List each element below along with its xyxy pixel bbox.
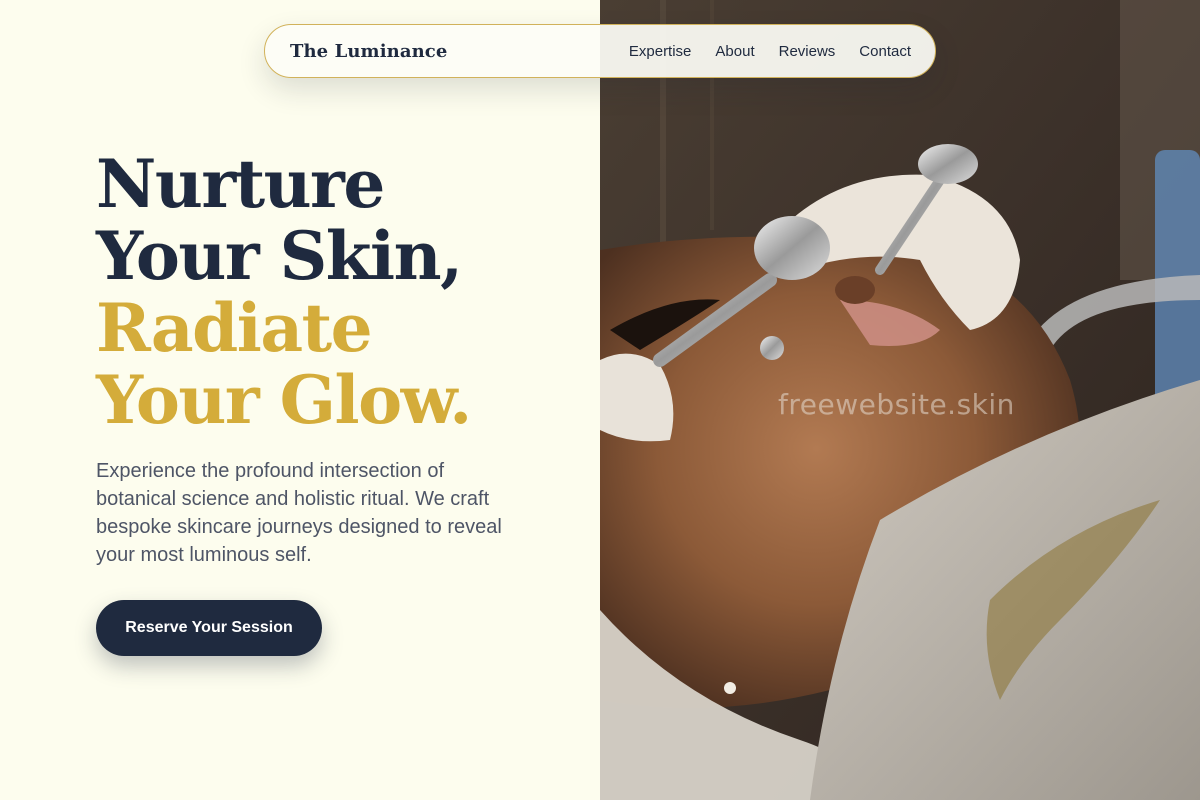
watermark-text: freewebsite.skin — [778, 388, 1015, 421]
brand-logo-text[interactable]: The Luminance — [290, 41, 447, 62]
hero-title-line-1: Nurture — [96, 145, 385, 223]
nav-link-reviews[interactable]: Reviews — [779, 43, 836, 60]
hero-title-line-3: Radiate — [96, 289, 373, 367]
hero-description: Experience the profound intersection of … — [96, 460, 502, 566]
hero-title-line-2: Your Skin, — [96, 217, 463, 295]
reserve-session-button[interactable]: Reserve Your Session — [96, 600, 322, 656]
hero-title: Nurture Your Skin, Radiate Your Glow. — [96, 148, 596, 436]
top-navbar: The Luminance Expertise About Reviews Co… — [264, 24, 936, 78]
nav-link-expertise[interactable]: Expertise — [629, 43, 692, 60]
hero-title-line-4: Your Glow. — [96, 361, 472, 439]
nav-links: Expertise About Reviews Contact — [629, 43, 911, 60]
nav-link-contact[interactable]: Contact — [859, 43, 911, 60]
nav-link-about[interactable]: About — [715, 43, 754, 60]
